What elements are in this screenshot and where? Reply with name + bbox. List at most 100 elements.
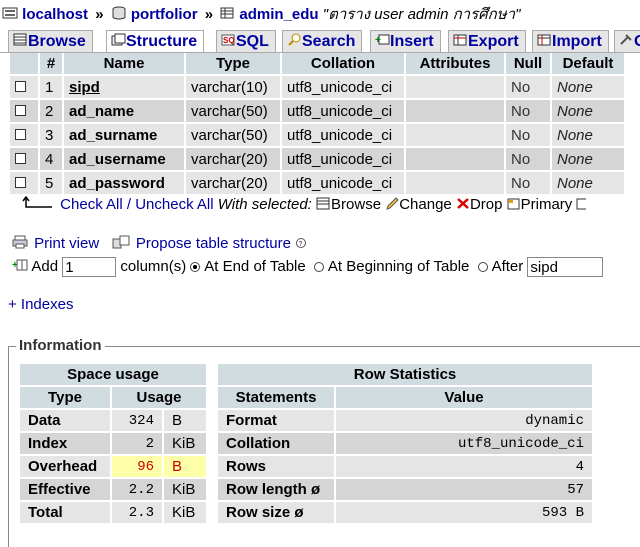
column-header: Attributes: [406, 53, 504, 74]
row-checkbox[interactable]: [15, 128, 26, 140]
breadcrumb-server-link[interactable]: localhost: [22, 6, 88, 23]
search-icon: [287, 31, 302, 52]
column-count-input[interactable]: [62, 257, 117, 277]
row-checkbox[interactable]: [15, 176, 26, 188]
row-checkbox[interactable]: [15, 152, 26, 164]
row-statistics-title: Row Statistics: [218, 364, 592, 385]
table-row: Overhead 96 B: [20, 456, 206, 477]
space-usage-table: Space usage Type Usage Data 324 B Index …: [18, 362, 208, 525]
field-attributes: [406, 124, 504, 146]
tab-operations[interactable]: O: [614, 30, 640, 52]
field-null: No: [506, 172, 550, 194]
row-number: 5: [40, 172, 62, 194]
uncheck-all-link[interactable]: Uncheck All: [135, 196, 213, 213]
statement-name: Rows: [218, 456, 334, 477]
table-row[interactable]: 2 ad_name varchar(50) utf8_unicode_ci No…: [10, 100, 624, 122]
button-label: Primary: [520, 196, 573, 213]
row-checkbox[interactable]: [15, 80, 26, 92]
svg-text:+: +: [375, 35, 381, 46]
field-collation: utf8_unicode_ci: [282, 172, 404, 194]
end-of-table-label: At End of Table: [204, 257, 306, 275]
unique-icon[interactable]: [576, 197, 588, 214]
field-default: None: [552, 76, 624, 98]
propose-structure-icon: [112, 235, 132, 253]
field-type: varchar(20): [186, 148, 280, 170]
print-row: Print view Propose table structure ?: [12, 235, 307, 253]
browse-selected-button[interactable]: Browse: [316, 196, 381, 213]
statement-name: Collation: [218, 433, 334, 454]
field-type: varchar(10): [186, 76, 280, 98]
table-row[interactable]: 4 ad_username varchar(20) utf8_unicode_c…: [10, 148, 624, 170]
primary-key-icon: [507, 197, 521, 214]
tab-label: Search: [302, 33, 356, 50]
tab-label: Import: [552, 33, 602, 50]
indexes-link[interactable]: + Indexes: [8, 296, 73, 313]
row-number: 2: [40, 100, 62, 122]
with-selected-label: With selected:: [217, 196, 312, 213]
drop-selected-button[interactable]: Drop: [456, 196, 503, 213]
row-checkbox-cell: [10, 148, 38, 170]
field-name: ad_name: [64, 100, 184, 122]
change-selected-button[interactable]: Change: [385, 196, 452, 213]
tab-label: Browse: [28, 33, 86, 50]
table-row: Data 324 B: [20, 410, 206, 431]
row-checkbox[interactable]: [15, 104, 26, 116]
field-attributes: [406, 100, 504, 122]
tab-insert[interactable]: + Insert: [370, 30, 441, 52]
column-header: Collation: [282, 53, 404, 74]
print-view-link[interactable]: Print view: [34, 235, 99, 252]
sql-icon: SQ: [221, 31, 236, 52]
table-row: Total 2.3 KiB: [20, 502, 206, 523]
arrow-up-left-icon: [22, 195, 56, 214]
usage-unit: B: [164, 456, 206, 477]
tab-search[interactable]: Search: [282, 30, 363, 52]
primary-selected-button[interactable]: Primary: [507, 196, 573, 214]
button-label: Change: [399, 196, 452, 213]
breadcrumb-table-link[interactable]: admin_edu: [239, 6, 318, 23]
after-column-select[interactable]: [527, 257, 604, 277]
check-all-link[interactable]: Check All: [60, 196, 123, 213]
statement-value: 57: [336, 479, 592, 500]
usage-type: Data: [20, 410, 110, 431]
usage-unit: KiB: [164, 433, 206, 454]
table-row: Effective 2.2 KiB: [20, 479, 206, 500]
field-default: None: [552, 148, 624, 170]
table-row[interactable]: 3 ad_surname varchar(50) utf8_unicode_ci…: [10, 124, 624, 146]
tab-sql[interactable]: SQ SQL: [216, 30, 276, 52]
space-usage-title: Space usage: [20, 364, 206, 385]
end-of-table-radio[interactable]: [190, 262, 201, 272]
help-icon[interactable]: ?: [295, 236, 307, 253]
tab-export[interactable]: Export: [448, 30, 526, 52]
column-header: Usage: [112, 387, 206, 408]
usage-type: Total: [20, 502, 110, 523]
field-null: No: [506, 124, 550, 146]
tab-browse[interactable]: Browse: [8, 30, 93, 52]
add-columns-form: + Add column(s) At End of Table At Beginn…: [12, 257, 604, 277]
import-icon: [537, 31, 552, 52]
after-radio[interactable]: [477, 262, 488, 272]
operations-icon: [619, 31, 634, 52]
row-number: 3: [40, 124, 62, 146]
structure-table: # Name Type Collation Attributes Null De…: [8, 51, 626, 196]
row-checkbox-cell: [10, 124, 38, 146]
tab-import[interactable]: Import: [532, 30, 609, 52]
field-name: ad_username: [64, 148, 184, 170]
printer-icon: [12, 235, 30, 253]
tab-structure[interactable]: Structure: [106, 30, 205, 53]
button-label: Drop: [469, 196, 503, 213]
column-header: Name: [64, 53, 184, 74]
tab-label: O: [634, 33, 640, 50]
table-row: Row size ø 593 B: [218, 502, 592, 523]
row-checkbox-cell: [10, 172, 38, 194]
beginning-of-table-radio[interactable]: [313, 262, 324, 272]
field-attributes: [406, 148, 504, 170]
statement-value: utf8_unicode_ci: [336, 433, 592, 454]
selection-actions: Check All / Uncheck All With selected: B…: [22, 195, 588, 214]
table-row[interactable]: 5 ad_password varchar(20) utf8_unicode_c…: [10, 172, 624, 194]
column-header: #: [40, 53, 62, 74]
propose-structure-link[interactable]: Propose table structure: [136, 235, 291, 252]
button-label: Browse: [331, 196, 382, 213]
table-row[interactable]: 1 sipd varchar(10) utf8_unicode_ci No No…: [10, 76, 624, 98]
tab-label: Structure: [126, 33, 198, 50]
breadcrumb-database-link[interactable]: portfolior: [131, 6, 198, 23]
